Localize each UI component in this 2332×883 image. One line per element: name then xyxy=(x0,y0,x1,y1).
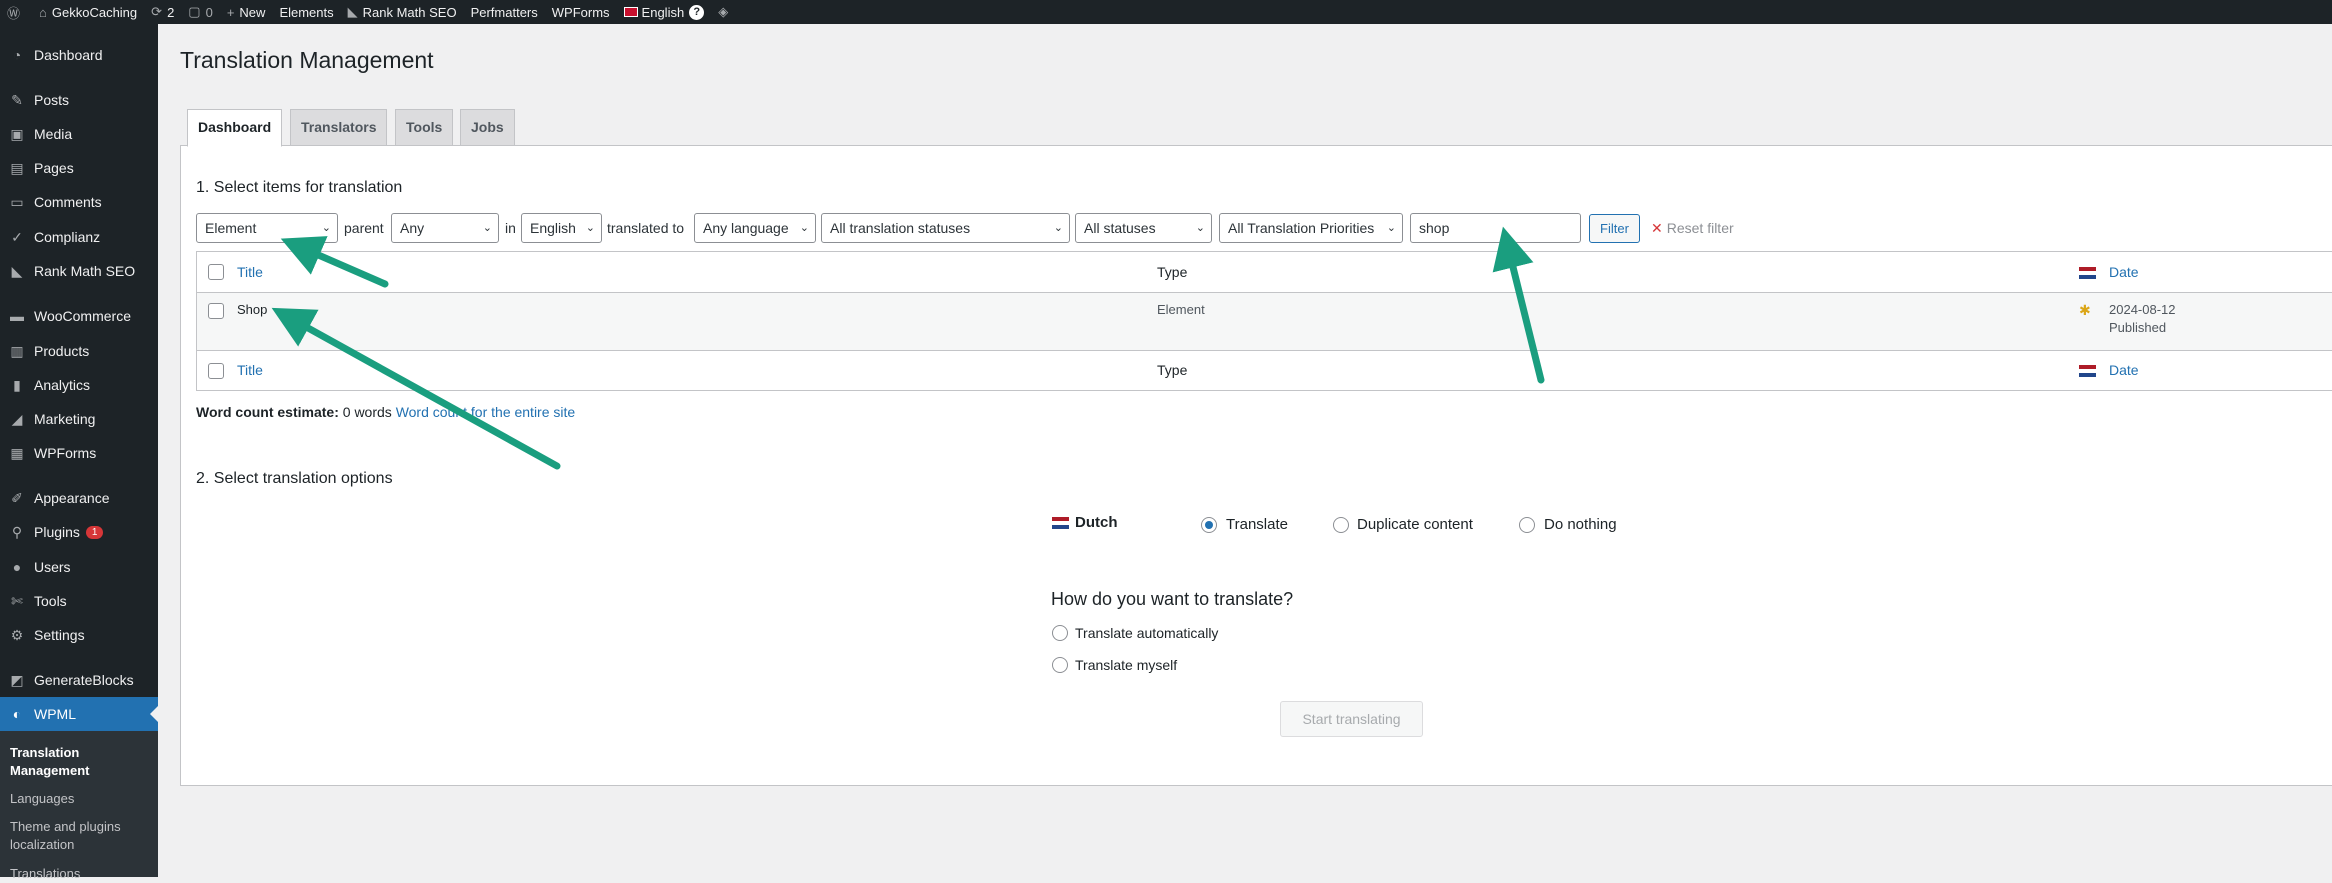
arrow-to-shop-row xyxy=(271,307,561,470)
annotation-arrows xyxy=(271,226,1545,470)
arrow-to-type-select xyxy=(280,236,389,288)
arrow-to-search-input xyxy=(1492,226,1545,384)
